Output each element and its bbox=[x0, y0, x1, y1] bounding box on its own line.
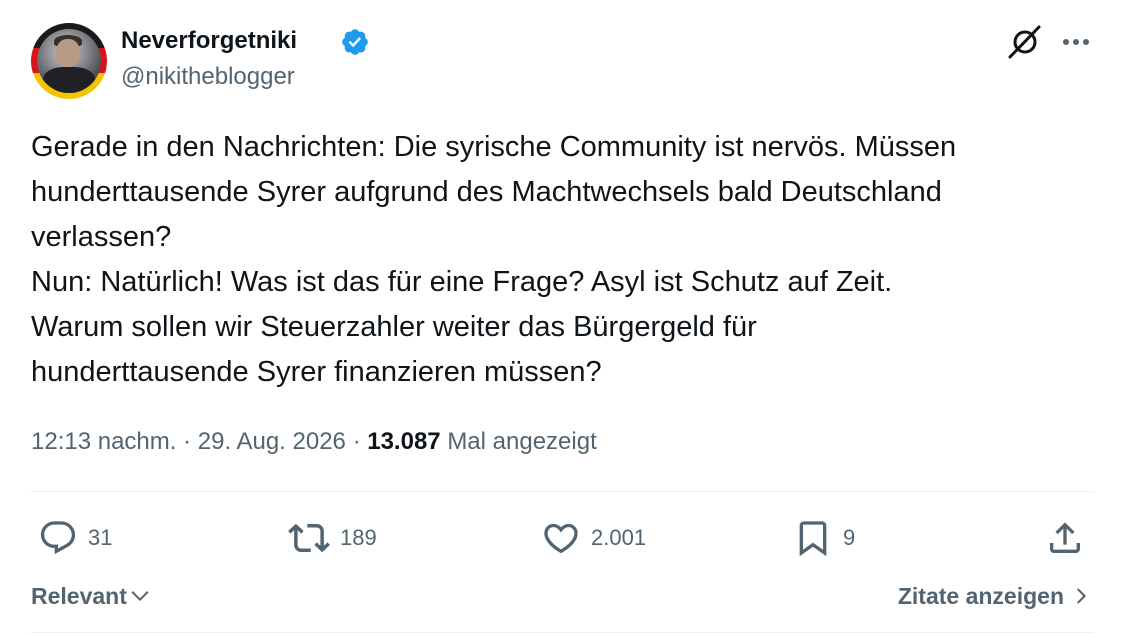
post-text-line: Gerade in den Nachrichten: Die syrische … bbox=[31, 131, 957, 163]
repost-icon bbox=[288, 523, 330, 553]
reply-icon bbox=[40, 521, 76, 555]
chevron-down-icon bbox=[131, 591, 149, 601]
post-text-line: hunderttausende Syrer aufgrund des Macht… bbox=[31, 176, 942, 208]
views-label: Mal angezeigt bbox=[447, 428, 597, 455]
meta-separator: · bbox=[176, 428, 198, 455]
post-time[interactable]: 12:13 nachm. bbox=[31, 428, 176, 455]
like-button[interactable]: 2.001 bbox=[541, 516, 646, 560]
avatar[interactable] bbox=[31, 23, 107, 99]
author-handle[interactable]: @nikitheblogger bbox=[121, 61, 295, 93]
divider bbox=[31, 491, 1093, 492]
sort-replies-dropdown[interactable]: Relevant bbox=[31, 578, 151, 614]
post-date[interactable]: 29. Aug. 2026 bbox=[198, 428, 346, 455]
share-icon bbox=[1050, 522, 1080, 553]
bookmark-icon bbox=[799, 521, 827, 557]
bookmark-button[interactable]: 9 bbox=[793, 516, 855, 560]
author-display-name[interactable]: Neverforgetniki bbox=[121, 25, 297, 57]
like-count: 2.001 bbox=[591, 525, 647, 550]
views-count: 13.087 bbox=[367, 428, 441, 455]
meta-separator: · bbox=[345, 428, 368, 455]
repost-count: 189 bbox=[340, 525, 377, 550]
bookmark-count: 9 bbox=[843, 525, 856, 550]
grok-icon[interactable] bbox=[1006, 24, 1044, 60]
view-quotes-link[interactable]: Zitate anzeigen bbox=[898, 578, 1092, 614]
reply-count: 31 bbox=[88, 525, 113, 550]
like-icon bbox=[544, 523, 578, 554]
post-meta: 12:13 nachm. · 29. Aug. 2026 · 13.087 Ma… bbox=[31, 424, 597, 460]
post-text-line: Warum sollen wir Steuerzahler weiter das… bbox=[31, 311, 757, 343]
post-text-line: verlassen? bbox=[31, 221, 172, 253]
post-text-line: Nun: Natürlich! Was ist das für eine Fra… bbox=[31, 266, 893, 298]
avatar-photo bbox=[37, 29, 101, 93]
quotes-label: Zitate anzeigen bbox=[897, 582, 1064, 609]
divider bbox=[31, 632, 1093, 633]
post-text-line: hunderttausende Syrer finanzieren müssen… bbox=[31, 356, 602, 388]
verified-badge-icon bbox=[342, 29, 368, 55]
share-button[interactable] bbox=[1045, 516, 1085, 560]
post-text: Gerade in den Nachrichten: Die syrische … bbox=[31, 125, 1091, 395]
repost-button[interactable]: 189 bbox=[288, 516, 377, 560]
reply-button[interactable]: 31 bbox=[38, 516, 112, 560]
sort-label: Relevant bbox=[31, 582, 127, 609]
more-icon[interactable] bbox=[1059, 30, 1093, 54]
chevron-right-icon bbox=[1077, 588, 1086, 604]
